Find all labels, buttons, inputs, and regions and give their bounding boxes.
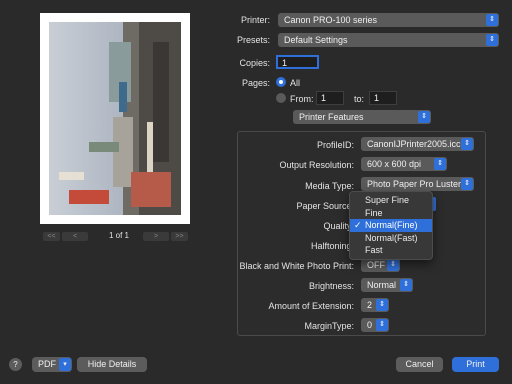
brightness-select[interactable]: Normal ⇕: [361, 278, 413, 292]
pages-all-label: All: [290, 78, 301, 88]
print-button[interactable]: Print: [452, 357, 499, 372]
bw-photo-print-select[interactable]: OFF ⇕: [361, 258, 400, 272]
media-type-label: Media Type:: [305, 181, 354, 191]
chevron-updown-icon: ⇕: [418, 111, 430, 123]
page-indicator: 1 of 1: [108, 231, 129, 240]
pages-range-radio[interactable]: [276, 93, 286, 103]
checkmark-icon: ✓: [354, 220, 362, 230]
help-button[interactable]: ?: [9, 358, 22, 371]
quality-option[interactable]: Normal(Fast): [350, 232, 432, 245]
presets-label: Presets:: [236, 35, 270, 45]
panel-select[interactable]: Printer Features ⇕: [293, 110, 431, 124]
amount-of-extension-select[interactable]: 2 ⇕: [361, 298, 389, 312]
next-page-button[interactable]: >: [143, 232, 169, 241]
profile-id-select[interactable]: CanonIJPrinter2005.icc ⇕: [361, 137, 474, 151]
quality-option-selected[interactable]: ✓ Normal(Fine): [350, 219, 432, 232]
output-resolution-value: 600 x 600 dpi: [367, 159, 422, 169]
pages-all-radio[interactable]: [276, 77, 286, 87]
pdf-label: PDF: [38, 359, 56, 369]
pages-from-label: From:: [290, 94, 314, 104]
margin-type-value: 0: [367, 320, 373, 330]
brightness-value: Normal: [367, 280, 397, 290]
margin-type-label: MarginType:: [304, 321, 354, 331]
pages-to-label: to:: [354, 94, 365, 104]
pages-to-input[interactable]: 1: [369, 91, 397, 105]
quality-option[interactable]: Fine: [350, 207, 432, 220]
media-type-value: Photo Paper Pro Luster: [367, 179, 462, 189]
chevron-updown-icon: ⇕: [486, 34, 498, 46]
brightness-label: Brightness:: [308, 281, 354, 291]
amount-of-extension-value: 2: [367, 300, 373, 310]
panel-select-value: Printer Features: [299, 112, 364, 122]
last-page-button[interactable]: >>: [171, 232, 188, 241]
halftoning-label: Halftoning:: [310, 241, 354, 251]
copies-label: Copies:: [239, 58, 270, 68]
output-resolution-select[interactable]: 600 x 600 dpi ⇕: [361, 157, 447, 171]
presets-select[interactable]: Default Settings ⇕: [278, 33, 499, 47]
media-type-select[interactable]: Photo Paper Pro Luster ⇕: [361, 177, 474, 191]
print-preview: [40, 13, 190, 224]
chevron-updown-icon: ⇕: [387, 259, 399, 271]
hide-details-button[interactable]: Hide Details: [77, 357, 147, 372]
profile-id-label: ProfileID:: [316, 140, 354, 150]
copies-input[interactable]: 1: [276, 55, 319, 69]
presets-value: Default Settings: [284, 35, 348, 45]
quality-option[interactable]: Fast: [350, 244, 432, 257]
chevron-updown-icon: ⇕: [461, 178, 473, 190]
paper-source-label: Paper Source:: [296, 201, 354, 211]
chevron-updown-icon: ⇕: [486, 14, 498, 26]
chevron-updown-icon: ⇕: [376, 299, 388, 311]
profile-id-value: CanonIJPrinter2005.icc: [367, 139, 461, 149]
printer-select[interactable]: Canon PRO-100 series ⇕: [278, 13, 499, 27]
printer-label: Printer:: [240, 15, 270, 25]
chevron-updown-icon: ⇕: [376, 319, 388, 331]
quality-option-label: Normal(Fine): [365, 220, 418, 230]
printer-value: Canon PRO-100 series: [284, 15, 378, 25]
preview-photo: [49, 22, 181, 215]
cancel-button[interactable]: Cancel: [396, 357, 443, 372]
output-resolution-label: Output Resolution:: [279, 160, 354, 170]
amount-of-extension-label: Amount of Extension:: [268, 301, 354, 311]
pages-from-input[interactable]: 1: [316, 91, 344, 105]
margin-type-select[interactable]: 0 ⇕: [361, 318, 389, 332]
pages-label: Pages:: [241, 78, 270, 88]
prev-page-button[interactable]: <: [62, 232, 88, 241]
bw-photo-print-value: OFF: [367, 260, 385, 270]
bw-photo-print-label: Black and White Photo Print:: [239, 261, 354, 271]
chevron-down-icon: ▾: [59, 358, 71, 371]
quality-menu: Super Fine Fine ✓ Normal(Fine) Normal(Fas…: [349, 191, 433, 260]
first-page-button[interactable]: <<: [43, 232, 60, 241]
chevron-updown-icon: ⇕: [434, 158, 446, 170]
pdf-menu-button[interactable]: PDF ▾: [32, 357, 72, 372]
chevron-updown-icon: ⇕: [400, 279, 412, 291]
chevron-updown-icon: ⇕: [461, 138, 473, 150]
quality-option[interactable]: Super Fine: [350, 194, 432, 207]
